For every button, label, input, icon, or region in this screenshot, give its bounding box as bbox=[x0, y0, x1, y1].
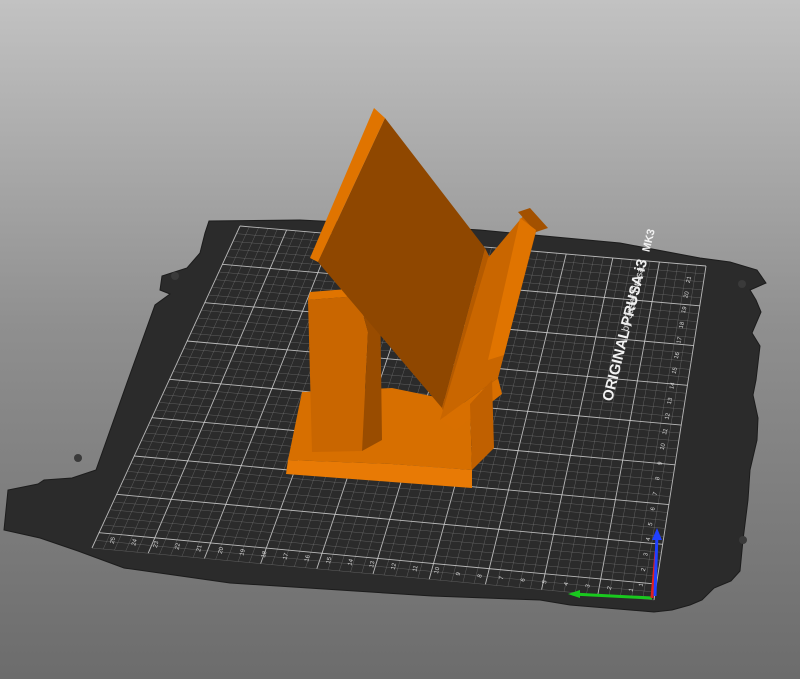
z-axis bbox=[653, 531, 659, 597]
3d-viewport[interactable]: 1 2 3 4 5 6 7 8 9 10 11 12 13 14 15 16 17 18 19 20 21 123456… bbox=[0, 0, 800, 679]
model-left-wall-front bbox=[308, 296, 368, 452]
bed-screw bbox=[74, 454, 82, 462]
scene[interactable]: 123456789101112131415161718192021 123456… bbox=[0, 0, 800, 679]
bed-screw bbox=[738, 280, 746, 288]
bed-screw bbox=[739, 536, 747, 544]
bed-screw bbox=[171, 272, 179, 280]
